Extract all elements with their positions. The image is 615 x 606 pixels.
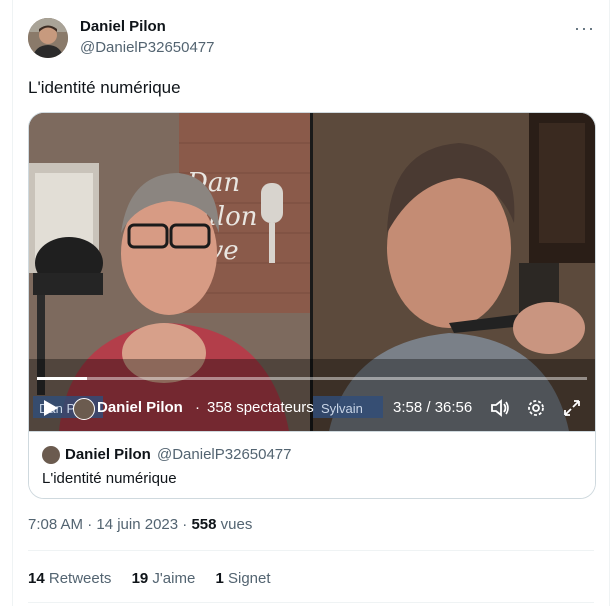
divider-bottom	[28, 602, 594, 603]
host-avatar	[73, 398, 95, 420]
tweet-text: L'identité numérique	[28, 78, 181, 97]
video-progress-bar[interactable]	[37, 377, 587, 380]
engagement-stats: 14 Retweets 19 J'aime 1 Signet	[28, 570, 287, 587]
timeline-border-right	[609, 0, 610, 606]
media-card[interactable]: Dan Pilon Live	[28, 112, 596, 499]
host-name[interactable]: Daniel Pilon	[97, 399, 183, 416]
quoted-tweet[interactable]: Daniel Pilon @DanielP32650477 L'identité…	[29, 431, 595, 498]
separator-dot: ·	[195, 399, 200, 416]
tweet-timestamp[interactable]: 7:08 AM · 14 juin 2023 ·	[28, 516, 191, 533]
video-progress-fill	[37, 377, 87, 380]
author-handle[interactable]: @DanielP32650477	[80, 39, 215, 56]
bookmarks-label: Signet	[223, 570, 271, 587]
likes-label: J'aime	[148, 570, 196, 587]
avatar-image	[28, 18, 68, 58]
view-count: 558	[191, 516, 217, 533]
likes-count: 19	[131, 570, 149, 587]
video-frame: Dan Pilon Live	[29, 113, 595, 431]
retweets-count: 14	[28, 570, 45, 587]
bookmarks-stat[interactable]: 1 Signet	[215, 570, 270, 587]
views-label: vues	[216, 516, 253, 533]
quoted-author-name: Daniel Pilon	[65, 446, 151, 463]
timeline-border-left	[12, 0, 13, 606]
retweets-stat[interactable]: 14 Retweets	[28, 570, 111, 587]
quoted-avatar	[42, 446, 60, 464]
bookmarks-count: 1	[215, 570, 224, 587]
author-name[interactable]: Daniel Pilon	[80, 18, 166, 35]
avatar[interactable]	[28, 18, 68, 58]
likes-stat[interactable]: 19 J'aime	[132, 570, 196, 587]
tweet-meta: 7:08 AM · 14 juin 2023 · 558 vues	[28, 516, 252, 533]
quoted-text: L'identité numérique	[42, 470, 177, 487]
divider	[28, 550, 594, 551]
retweets-label: Retweets	[44, 570, 112, 587]
video-player[interactable]: Dan Pilon Live	[29, 113, 595, 431]
more-options-icon[interactable]: ···	[574, 18, 595, 39]
quoted-author-handle: @DanielP32650477	[157, 446, 292, 463]
video-controls: Daniel Pilon · 358 spectateurs 3:58 / 36…	[29, 389, 595, 429]
video-time: 3:58 / 36:56	[393, 399, 473, 416]
viewer-count: 358 spectateurs	[207, 399, 314, 416]
